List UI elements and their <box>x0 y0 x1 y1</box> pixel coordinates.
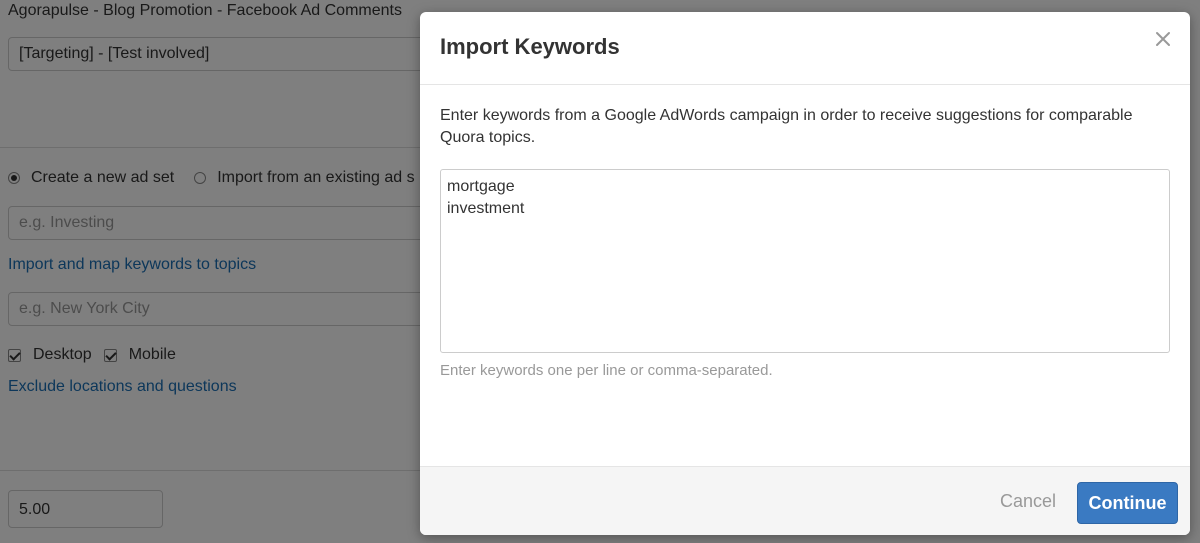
modal-description: Enter keywords from a Google AdWords cam… <box>440 107 1133 146</box>
modal-title: Import Keywords <box>440 34 620 59</box>
keywords-help-text: Enter keywords one per line or comma-sep… <box>440 362 773 379</box>
import-keywords-modal: Import Keywords Enter keywords from a Go… <box>420 12 1190 535</box>
modal-header: Import Keywords <box>420 12 1190 85</box>
close-icon <box>1156 32 1170 46</box>
cancel-button[interactable]: Cancel <box>1000 491 1056 512</box>
close-button[interactable] <box>1150 26 1176 52</box>
keywords-textarea[interactable] <box>440 169 1170 353</box>
modal-body: Enter keywords from a Google AdWords cam… <box>440 85 1170 379</box>
modal-footer: Cancel Continue <box>420 466 1190 535</box>
continue-button[interactable]: Continue <box>1077 482 1178 524</box>
